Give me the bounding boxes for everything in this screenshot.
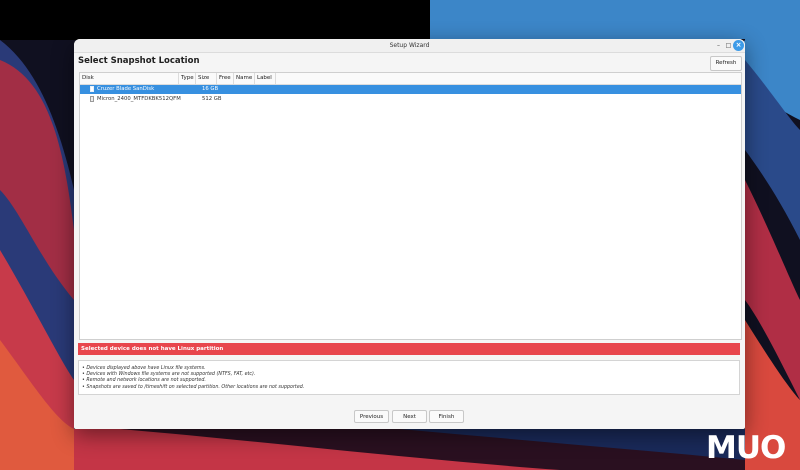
note-line: • Snapshots are saved to /timeshift on s… — [82, 384, 305, 390]
title-bar: Setup Wizard – □ × — [74, 39, 745, 53]
column-header-type[interactable]: Type — [179, 73, 196, 84]
disk-icon — [90, 86, 94, 92]
table-header: Disk Type Size Free Name Label — [80, 73, 741, 85]
column-header-label[interactable]: Label — [255, 73, 276, 84]
refresh-button[interactable]: Refresh — [710, 56, 742, 71]
column-header-disk[interactable]: Disk — [80, 73, 179, 84]
page-title: Select Snapshot Location — [78, 56, 200, 66]
window-title: Setup Wizard — [389, 42, 430, 49]
next-button[interactable]: Next — [392, 410, 427, 423]
setup-wizard-window: Setup Wizard – □ × Select Snapshot Locat… — [74, 39, 745, 429]
disk-icon — [90, 96, 94, 102]
muo-watermark-logo: MUO — [706, 430, 786, 466]
disk-name: Cruzer Blade SanDisk — [97, 86, 155, 92]
disk-name: Micron_2400_MTFDKBK512QFM — [97, 96, 181, 102]
close-icon[interactable]: × — [733, 40, 744, 51]
table-row[interactable]: Cruzer Blade SanDisk 16 GB — [80, 85, 741, 94]
info-notes: • Devices displayed above have Linux fil… — [78, 360, 740, 395]
device-table: Disk Type Size Free Name Label Cruzer Bl… — [79, 72, 742, 340]
table-row[interactable]: Micron_2400_MTFDKBK512QFM 512 GB — [80, 95, 741, 104]
disk-size: 512 GB — [202, 96, 222, 102]
column-header-size[interactable]: Size — [196, 73, 217, 84]
previous-button[interactable]: Previous — [354, 410, 389, 423]
finish-button[interactable]: Finish — [429, 410, 464, 423]
column-header-name[interactable]: Name — [234, 73, 255, 84]
column-header-free[interactable]: Free — [217, 73, 234, 84]
disk-size: 16 GB — [202, 86, 219, 92]
error-message: Selected device does not have Linux part… — [78, 343, 740, 355]
